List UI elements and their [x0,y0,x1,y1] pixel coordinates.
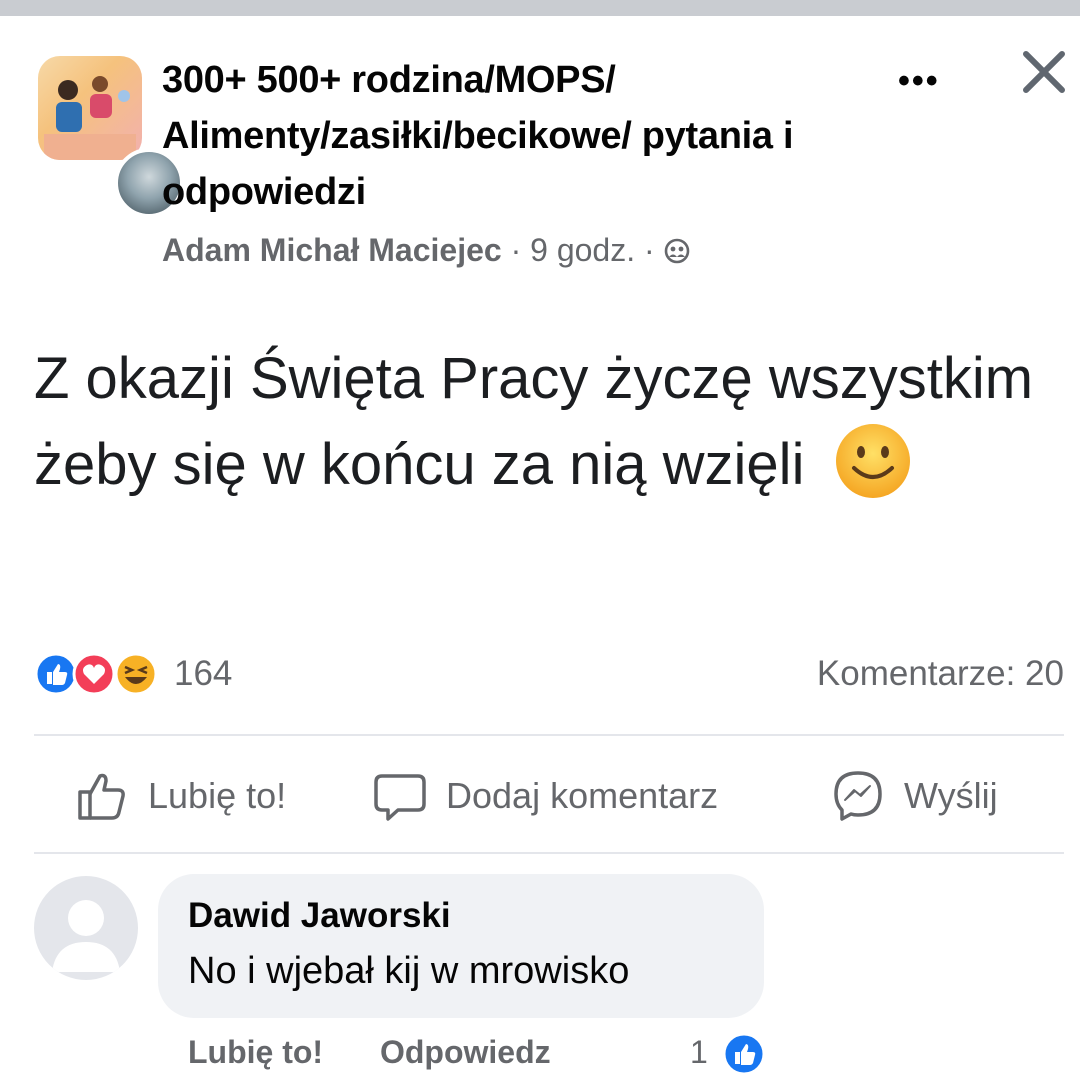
send-button-label: Wyślij [904,775,998,816]
smiling-face-emoji-icon [834,422,912,500]
comment-button[interactable]: Dodaj komentarz [372,768,718,824]
comment-count[interactable]: Komentarze: 20 [817,654,1064,694]
comment-like-button[interactable]: Lubię to! [188,1034,323,1070]
thumbs-up-outline-icon [78,773,125,820]
divider [34,734,1064,736]
comment-button-label: Dodaj komentarz [446,775,719,816]
meta-separator: · [643,232,655,268]
top-status-strip [0,0,1080,16]
post-time[interactable]: 9 godz. [530,232,635,268]
haha-reaction-icon [114,652,158,696]
close-icon[interactable] [1018,46,1070,98]
post-text: Z okazji Święta Pracy życzę wszystkim że… [34,336,1054,508]
love-reaction-icon [72,652,116,696]
post-meta: Adam Michał Maciejec · 9 godz. · [162,228,690,272]
comment-reaction-count[interactable]: 1 [690,1034,708,1071]
post-author[interactable]: Adam Michał Maciejec [162,232,502,268]
reaction-count[interactable]: 164 [174,654,232,694]
comment-reply-button[interactable]: Odpowiedz [380,1034,551,1070]
comment-actions: Lubię to! Odpowiedz [188,1034,599,1071]
divider [34,852,1064,854]
friends-audience-icon [664,231,690,264]
group-cover-thumbnail [38,56,142,160]
like-button-label: Lubię to! [148,775,287,816]
group-avatar[interactable] [38,56,184,218]
speech-bubble-icon [374,774,426,821]
commenter-name[interactable]: Dawid Jaworski [188,896,451,936]
like-reaction-icon [722,1032,766,1076]
comment-text: No i wjebał kij w mrowisko [188,950,630,992]
like-button[interactable]: Lubię to! [74,768,286,824]
messenger-icon [834,771,882,821]
commenter-avatar[interactable] [34,876,138,980]
send-button[interactable]: Wyślij [830,768,998,824]
group-name[interactable]: 300+ 500+ rodzina/MOPS/ Alimenty/zasiłki… [162,52,802,220]
meta-separator: · [510,232,522,268]
more-dots-icon[interactable]: ••• [898,62,940,101]
